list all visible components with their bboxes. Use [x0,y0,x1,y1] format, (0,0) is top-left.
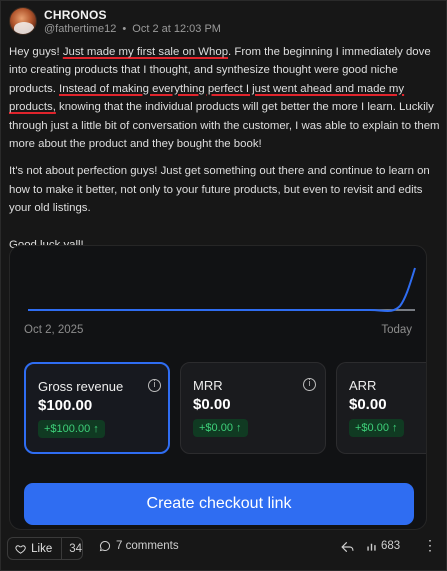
info-icon[interactable]: i [303,378,316,391]
comments-button[interactable]: 7 comments [99,540,179,552]
metric-title: MRR [193,378,223,393]
heart-icon [15,544,26,554]
views-count: 683 [366,540,400,552]
like-button[interactable]: Like 34 [7,537,83,560]
text-segment: Hey guys! [9,46,63,58]
metric-mrr[interactable]: MRR i $0.00 +$0.00 ↑ [180,362,326,454]
comments-label: 7 comments [116,540,179,552]
share-icon[interactable] [341,541,354,553]
metric-gross-revenue[interactable]: Gross revenue i $100.00 +$100.00 ↑ [24,362,170,454]
comment-icon [99,540,111,552]
text-segment: knowing that the individual products wil… [9,101,440,151]
revenue-line [28,267,416,312]
metric-arr[interactable]: ARR $0.00 +$0.00 ↑ [336,362,426,454]
chart-start-date: Oct 2, 2025 [24,324,84,336]
post-footer: Like 34 7 comments 683 ⋮ [1,534,447,564]
post-header: CHRONOS @fathertime12 • Oct 2 at 12:03 P… [9,6,224,36]
metrics-row: Gross revenue i $100.00 +$100.00 ↑ MRR i… [24,362,426,456]
metric-title: Gross revenue [38,379,124,394]
metric-value: $0.00 [193,396,231,413]
metric-change-badge: +$0.00 ↑ [349,419,404,437]
metric-change-badge: +$100.00 ↑ [38,420,105,438]
post-card: CHRONOS @fathertime12 • Oct 2 at 12:03 P… [0,0,447,571]
like-label: Like [31,542,53,555]
post-subline: @fathertime12 • Oct 2 at 12:03 PM [44,23,224,35]
views-value: 683 [381,540,401,552]
post-timestamp: Oct 2 at 12:03 PM [132,22,221,35]
create-checkout-link-button[interactable]: Create checkout link [24,483,414,525]
avatar[interactable] [9,7,37,35]
dashboard-screenshot: Oct 2, 2025 Today Gross revenue i $100.0… [9,245,427,530]
revenue-chart [28,267,416,312]
metric-value: $0.00 [349,396,387,413]
like-divider [61,537,63,560]
post-paragraph-1: Hey guys! Just made my first sale on Who… [9,43,441,153]
info-icon[interactable]: i [148,379,161,392]
metric-value: $100.00 [38,397,93,414]
author-handle[interactable]: @fathertime12 [44,23,116,35]
author-name[interactable]: CHRONOS [44,8,224,22]
highlighted-text: Just made my first sale on Whop [62,46,229,58]
like-count: 34 [69,542,82,555]
author-meta: CHRONOS @fathertime12 • Oct 2 at 12:03 P… [44,8,224,35]
metric-change-badge: +$0.00 ↑ [193,419,248,437]
metric-title: ARR [349,378,377,393]
separator-dot: • [122,22,127,35]
more-icon[interactable]: ⋮ [423,537,437,554]
views-icon [367,543,376,551]
post-paragraph-2: It's not about perfection guys! Just get… [9,165,430,215]
chart-end-date: Today [381,324,412,336]
post-body: Hey guys! Just made my first sale on Who… [9,43,441,272]
